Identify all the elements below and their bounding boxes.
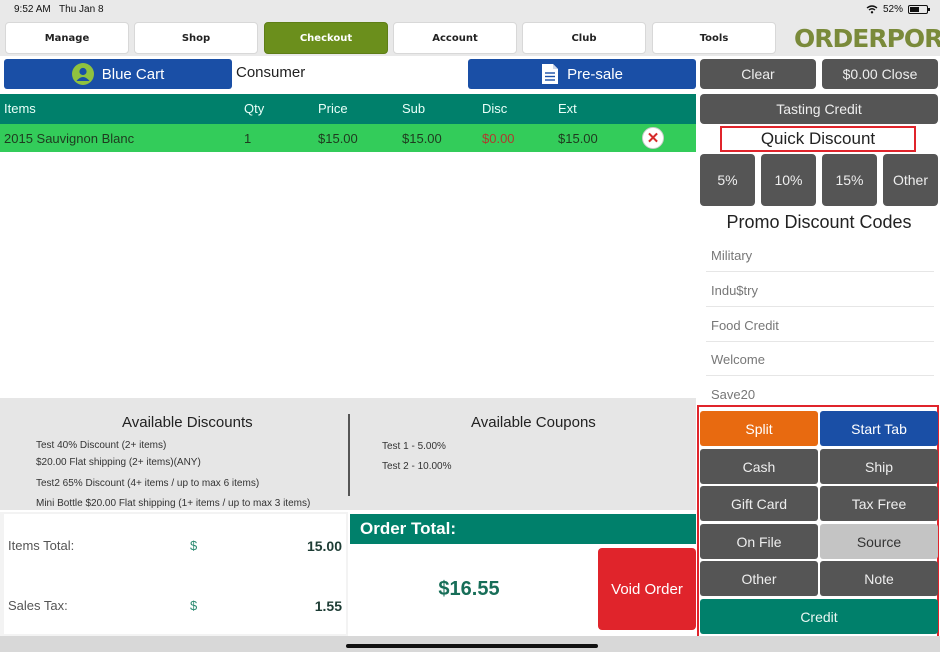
- header-ext: Ext: [558, 101, 577, 116]
- status-bar: 9:52 AM Thu Jan 8 52%: [0, 0, 940, 20]
- tasting-credit-button[interactable]: Tasting Credit: [700, 94, 938, 124]
- row-qty: 1: [244, 131, 252, 146]
- start-tab-button[interactable]: Start Tab: [820, 411, 938, 446]
- other-payment-button[interactable]: Other: [700, 561, 818, 596]
- remove-icon[interactable]: ✕: [642, 127, 664, 149]
- promo-code-food-credit[interactable]: Food Credit: [706, 308, 934, 342]
- cash-button[interactable]: Cash: [700, 449, 818, 484]
- header-price: Price: [318, 101, 348, 116]
- promo-codes-title: Promo Discount Codes: [726, 212, 912, 232]
- wifi-icon: [866, 5, 878, 14]
- logo-text: ORDERPORT: [794, 23, 940, 53]
- header-disc: Disc: [482, 101, 508, 116]
- payment-options: Split Start Tab Cash Ship Gift Card Tax …: [697, 405, 939, 647]
- close-button[interactable]: $0.00 Close: [822, 59, 938, 89]
- row-sub: $15.00: [402, 131, 442, 146]
- coupons-title: Available Coupons: [471, 414, 596, 431]
- discount-item[interactable]: $20.00 Flat shipping (2+ items)(ANY): [36, 457, 201, 468]
- presale-label: Pre-sale: [567, 65, 623, 83]
- promo-code-welcome[interactable]: Welcome: [706, 342, 934, 376]
- order-total-label: Order Total:: [350, 514, 696, 544]
- promo-code-military[interactable]: Military: [706, 238, 934, 272]
- panel-divider: [348, 414, 350, 496]
- items-table-header: Items Qty Price Sub Disc Ext: [0, 94, 696, 124]
- nav-account[interactable]: Account: [393, 22, 517, 54]
- coupon-item[interactable]: Test 1 - 5.00%: [382, 441, 446, 452]
- on-file-button[interactable]: On File: [700, 524, 818, 559]
- nav-manage[interactable]: Manage: [5, 22, 129, 54]
- available-discounts-panel: Available Discounts Test 40% Discount (2…: [0, 398, 696, 510]
- source-button[interactable]: Source: [820, 524, 938, 559]
- header-qty: Qty: [244, 101, 265, 116]
- nav-club[interactable]: Club: [522, 22, 646, 54]
- split-button[interactable]: Split: [700, 411, 818, 446]
- discount-item[interactable]: Mini Bottle $20.00 Flat shipping (1+ ite…: [36, 498, 310, 510]
- battery-percent: 52%: [882, 4, 903, 15]
- header-sub: Sub: [402, 101, 426, 116]
- home-indicator[interactable]: [346, 644, 598, 648]
- nav-checkout[interactable]: Checkout: [264, 22, 388, 54]
- user-icon: [71, 63, 94, 85]
- discount-15-button[interactable]: 15%: [822, 154, 877, 206]
- sales-tax-row: Sales Tax: $ 1.55: [4, 574, 346, 634]
- header-items: Items: [4, 101, 36, 116]
- promo-code-industry[interactable]: Indu$try: [706, 273, 934, 307]
- cart-label: Blue Cart: [101, 65, 165, 83]
- gift-card-button[interactable]: Gift Card: [700, 486, 818, 521]
- credit-button[interactable]: Credit: [700, 599, 938, 634]
- items-total-row: Items Total: $ 15.00: [4, 514, 346, 574]
- tax-free-button[interactable]: Tax Free: [820, 486, 938, 521]
- discount-5-button[interactable]: 5%: [700, 154, 755, 206]
- sales-tax-label: Sales Tax:: [8, 598, 68, 613]
- note-button[interactable]: Note: [820, 561, 938, 596]
- clear-button[interactable]: Clear: [700, 59, 816, 89]
- sales-tax-currency: $: [190, 598, 198, 613]
- discount-other-button[interactable]: Other: [883, 154, 938, 206]
- row-ext: $15.00: [558, 131, 598, 146]
- discount-item[interactable]: Test2 65% Discount (4+ items / up to max…: [36, 478, 259, 489]
- totals-panel: Items Total: $ 15.00 Sales Tax: $ 1.55: [0, 512, 348, 640]
- document-icon: [542, 64, 559, 84]
- table-row[interactable]: 2015 Sauvignon Blanc 1 $15.00 $15.00 $0.…: [0, 124, 696, 152]
- nav-tools[interactable]: Tools: [652, 22, 776, 54]
- items-total-label: Items Total:: [8, 538, 75, 553]
- void-order-button[interactable]: Void Order: [598, 548, 696, 630]
- order-total-amount: $16.55: [438, 578, 500, 600]
- row-item: 2015 Sauvignon Blanc: [4, 131, 135, 146]
- quick-discount-title: Quick Discount: [720, 126, 916, 152]
- discount-item[interactable]: Test 40% Discount (2+ items): [36, 440, 166, 451]
- items-total-value: 15.00: [306, 538, 342, 554]
- row-price: $15.00: [318, 131, 358, 146]
- status-time: 9:52 AM Thu Jan 8: [14, 4, 104, 15]
- orderport-logo: ORDERPORT: [790, 22, 940, 54]
- items-total-currency: $: [190, 538, 198, 553]
- row-disc: $0.00: [482, 131, 515, 146]
- coupon-item[interactable]: Test 2 - 10.00%: [382, 461, 451, 472]
- ship-button[interactable]: Ship: [820, 449, 938, 484]
- sales-tax-value: 1.55: [314, 598, 342, 614]
- discounts-title: Available Discounts: [122, 414, 253, 431]
- customer-type[interactable]: Consumer: [236, 64, 305, 81]
- nav-shop[interactable]: Shop: [134, 22, 258, 54]
- presale-button[interactable]: Pre-sale: [468, 59, 696, 89]
- cart-button[interactable]: Blue Cart: [4, 59, 232, 89]
- discount-10-button[interactable]: 10%: [761, 154, 816, 206]
- battery-icon: [908, 5, 930, 14]
